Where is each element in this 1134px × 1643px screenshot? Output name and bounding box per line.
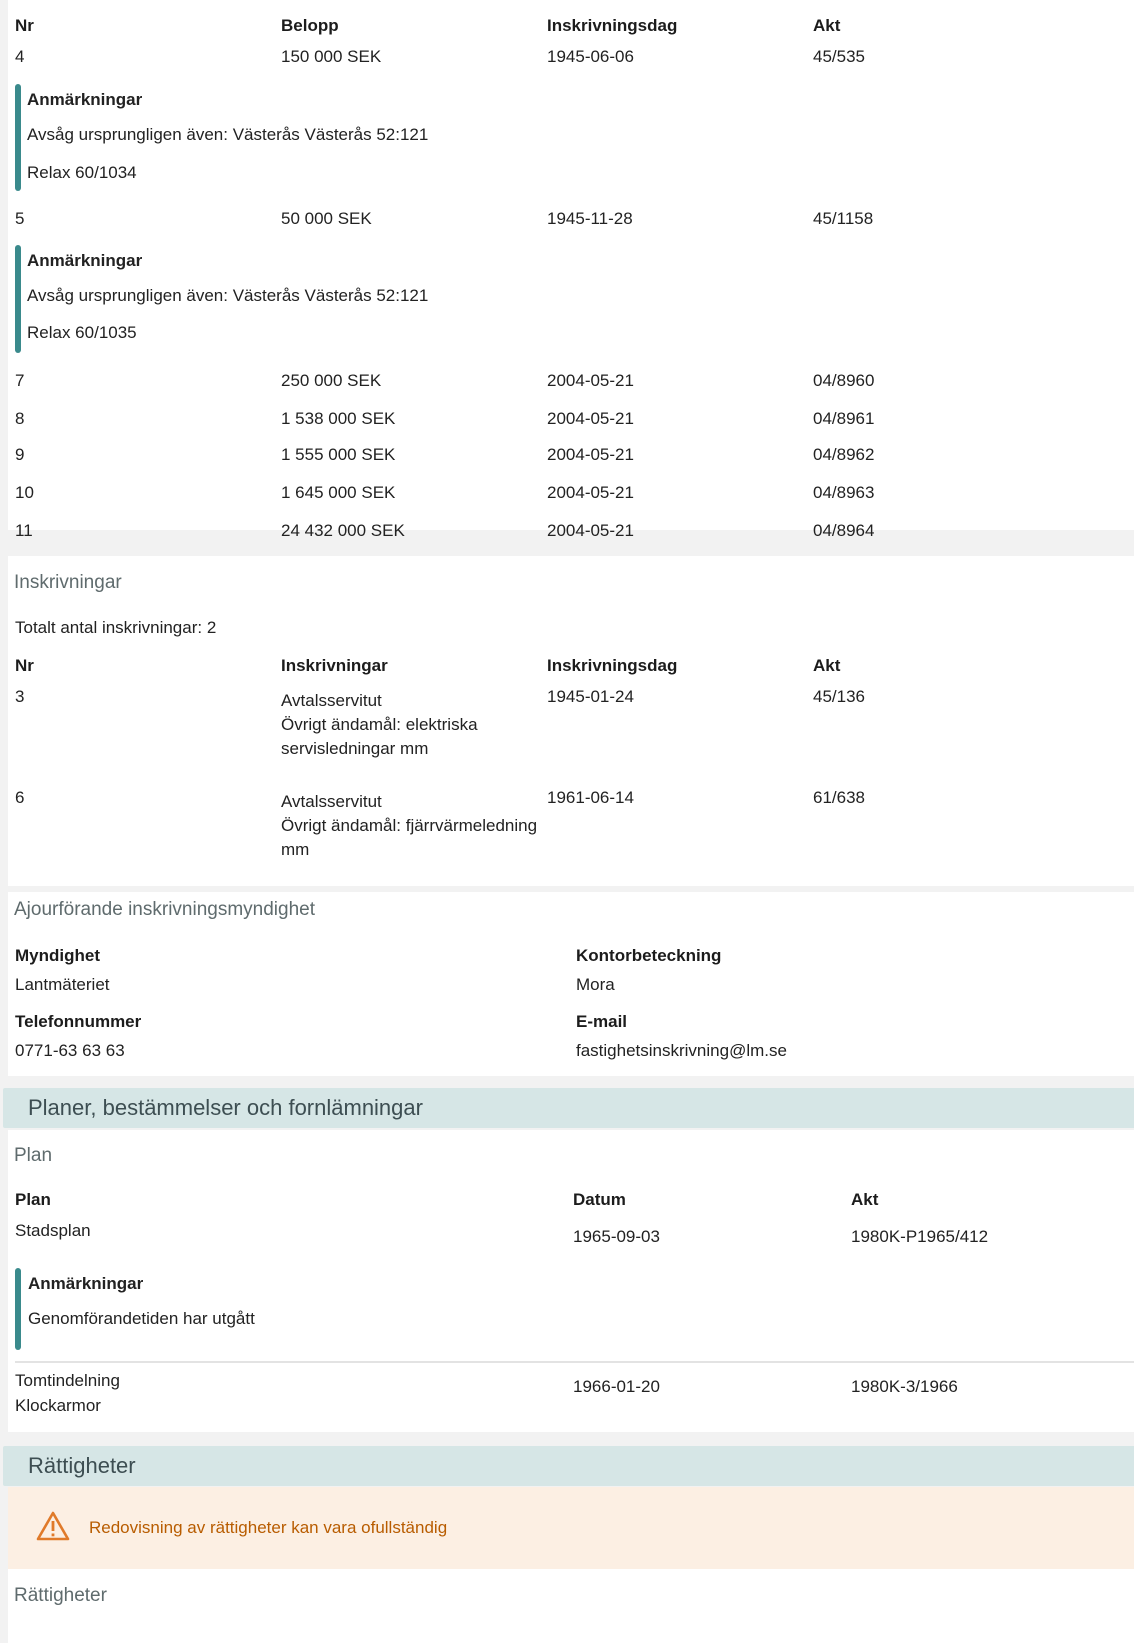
row-belopp: 1 645 000 SEK — [281, 483, 396, 502]
kontor-label: Kontorbeteckning — [576, 946, 722, 965]
row-divider — [15, 1361, 1134, 1363]
row-nr: 7 — [15, 371, 25, 390]
row-akt: 04/8962 — [813, 445, 875, 464]
row-akt: 04/8964 — [813, 521, 875, 540]
note-line: Genomförandetiden har utgått — [28, 1309, 255, 1328]
col-header-nr: Nr — [15, 16, 34, 35]
row-inskrivningsdag: 2004-05-21 — [547, 445, 634, 464]
telefon-label: Telefonnummer — [15, 1012, 142, 1031]
plan-name: Stadsplan — [15, 1221, 91, 1240]
col-header-nr: Nr — [15, 656, 34, 675]
telefon-value: 0771-63 63 63 — [15, 1041, 125, 1060]
note-title: Anmärkningar — [27, 90, 143, 109]
col-header-akt: Akt — [813, 656, 841, 675]
section-header-planer[interactable]: Planer, bestämmelser och fornlämningar — [3, 1088, 1134, 1128]
inskrivning-cell: Avtalsservitut Övrigt ändamål: elektrisk… — [281, 689, 543, 761]
inskrivning-type: Avtalsservitut — [281, 792, 382, 811]
email-label: E-mail — [576, 1012, 628, 1031]
row-inskrivningsdag: 2004-05-21 — [547, 409, 634, 428]
row-belopp: 24 432 000 SEK — [281, 521, 405, 540]
inskrivning-type: Avtalsservitut — [281, 691, 382, 710]
myndighet-card: Ajourförande inskrivningsmyndighet Myndi… — [8, 892, 1134, 1076]
note-accent-bar — [15, 245, 21, 353]
row-akt: 04/8960 — [813, 371, 875, 390]
inskrivningar-card: Inskrivningar Totalt antal inskrivningar… — [8, 556, 1134, 886]
plan-area: Klockarmor — [15, 1396, 101, 1415]
warning-text: Redovisning av rättigheter kan vara oful… — [89, 1518, 448, 1537]
row-nr: 11 — [15, 521, 33, 540]
row-nr: 5 — [15, 209, 25, 228]
row-belopp: 1 555 000 SEK — [281, 445, 396, 464]
col-header-akt: Akt — [851, 1190, 879, 1209]
plan-name: Tomtindelning — [15, 1371, 120, 1390]
plan-akt: 1980K-3/1966 — [851, 1377, 958, 1396]
row-akt: 04/8963 — [813, 483, 875, 502]
row-nr: 3 — [15, 687, 25, 706]
inskrivning-description: Övrigt ändamål: elektriska servisledning… — [281, 715, 478, 758]
row-inskrivningsdag: 1945-11-28 — [547, 209, 633, 228]
note-line: Relax 60/1035 — [27, 323, 137, 342]
row-inskrivningsdag: 2004-05-21 — [547, 371, 634, 390]
myndighet-value: Lantmäteriet — [15, 975, 110, 994]
note-title: Anmärkningar — [28, 1274, 144, 1293]
row-inskrivningsdag: 1945-06-06 — [547, 47, 634, 66]
col-header-datum: Datum — [573, 1190, 626, 1209]
note-accent-bar — [15, 84, 21, 191]
note-line: Avsåg ursprungligen även: Västerås Väste… — [27, 125, 429, 144]
row-nr: 8 — [15, 409, 25, 428]
row-nr: 4 — [15, 47, 25, 66]
kontor-value: Mora — [576, 975, 615, 994]
plan-subtitle: Plan — [14, 1145, 53, 1166]
col-header-inskrivningar: Inskrivningar — [281, 656, 388, 675]
row-belopp: 150 000 SEK — [281, 47, 382, 66]
note-accent-bar — [15, 1268, 21, 1350]
row-inskrivningsdag: 2004-05-21 — [547, 483, 634, 502]
row-akt: 04/8961 — [813, 409, 875, 428]
row-belopp: 50 000 SEK — [281, 209, 372, 228]
note-title: Anmärkningar — [27, 251, 143, 270]
plan-akt: 1980K-P1965/412 — [851, 1227, 989, 1246]
row-nr: 9 — [15, 445, 25, 464]
row-belopp: 250 000 SEK — [281, 371, 382, 390]
myndighet-label: Myndighet — [15, 946, 100, 965]
row-inskrivningsdag: 1961-06-14 — [547, 788, 634, 807]
col-header-akt: Akt — [813, 16, 841, 35]
note-line: Avsåg ursprungligen även: Västerås Väste… — [27, 286, 429, 305]
col-header-inskrivningsdag: Inskrivningsdag — [547, 16, 678, 35]
plan-card: Plan Plan Datum Akt Stadsplan 1965-09-03… — [8, 1130, 1134, 1432]
rattigheter-card: Rättigheter — [8, 1569, 1134, 1643]
section-header-rattigheter[interactable]: Rättigheter — [3, 1446, 1134, 1486]
note-line: Relax 60/1034 — [27, 163, 137, 182]
row-nr: 10 — [15, 483, 34, 502]
warning-banner: Redovisning av rättigheter kan vara oful… — [8, 1487, 1134, 1569]
row-nr: 6 — [15, 788, 25, 807]
rattigheter-subtitle: Rättigheter — [14, 1585, 107, 1606]
warning-triangle-icon — [36, 1511, 70, 1541]
row-belopp: 1 538 000 SEK — [281, 409, 396, 428]
email-value: fastighetsinskrivning@lm.se — [576, 1041, 787, 1060]
myndighet-title: Ajourförande inskrivningsmyndighet — [14, 899, 315, 920]
inskrivning-cell: Avtalsservitut Övrigt ändamål: fjärrvärm… — [281, 790, 543, 862]
pantbrev-card: Nr Belopp Inskrivningsdag Akt 4 150 000 … — [8, 0, 1134, 540]
inskrivningar-title: Inskrivningar — [14, 572, 122, 593]
inskrivningar-total: Totalt antal inskrivningar: 2 — [15, 618, 217, 637]
row-akt: 45/535 — [813, 47, 865, 66]
row-akt: 61/638 — [813, 788, 865, 807]
plan-datum: 1965-09-03 — [573, 1227, 660, 1246]
row-akt: 45/1158 — [813, 209, 874, 228]
col-header-plan: Plan — [15, 1190, 51, 1209]
plan-datum: 1966-01-20 — [573, 1377, 660, 1396]
row-akt: 45/136 — [813, 687, 865, 706]
row-inskrivningsdag: 1945-01-24 — [547, 687, 634, 706]
col-header-inskrivningsdag: Inskrivningsdag — [547, 656, 678, 675]
inskrivning-description: Övrigt ändamål: fjärrvärmeledning mm — [281, 816, 538, 859]
row-inskrivningsdag: 2004-05-21 — [547, 521, 634, 540]
col-header-belopp: Belopp — [281, 16, 339, 35]
